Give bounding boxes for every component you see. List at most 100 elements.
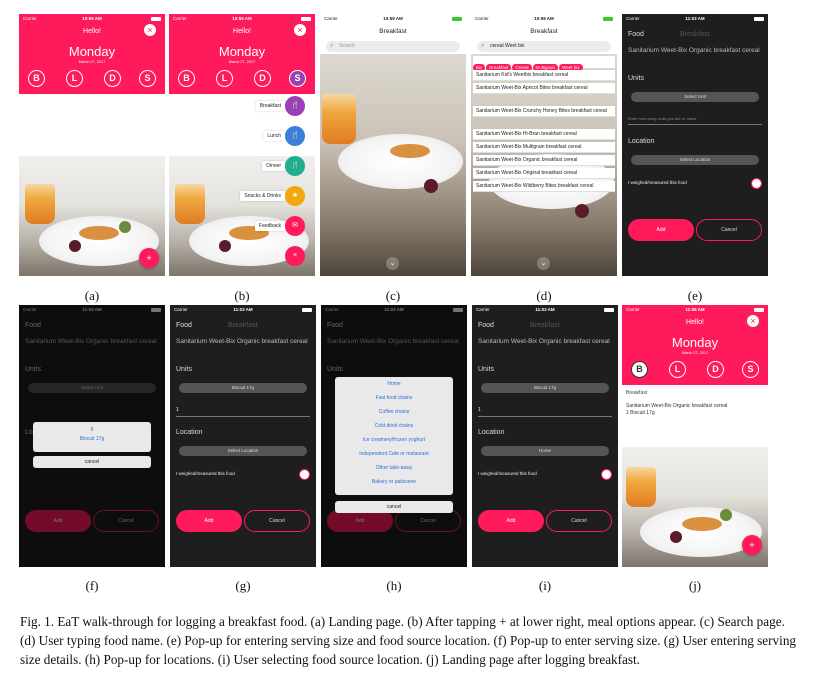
add-button[interactable]: Add [628, 219, 694, 241]
status-bar: Carrier 11:06 AM [622, 305, 768, 314]
location-option[interactable]: Other take-away [335, 459, 453, 473]
chevron-down-icon[interactable]: ⌄ [386, 257, 399, 270]
meal-breakfast-button[interactable]: B [178, 70, 195, 87]
caption-i: (i) [538, 578, 552, 593]
weighed-radio[interactable] [751, 178, 762, 189]
quantity-input[interactable]: 1 [478, 407, 612, 417]
location-option[interactable]: Independent Cafe or restaurant [335, 445, 453, 459]
caption-h: (h) [386, 578, 402, 593]
close-icon[interactable]: × [144, 24, 156, 36]
unit-option[interactable]: g [33, 422, 151, 434]
result-row[interactable]: Sanitarium Weet-Bix Hi-Bran breakfast ce… [473, 129, 615, 141]
meal-dinner-button[interactable]: D [254, 70, 271, 87]
cancel-button[interactable]: Cancel [696, 219, 762, 241]
breakfast-icon[interactable]: 🍴 [285, 96, 305, 116]
menu-feedback-label[interactable]: Feedback [255, 221, 285, 231]
meal-snacks-button[interactable]: S [742, 361, 759, 378]
status-bar: Carrier11:03 AM [472, 305, 618, 314]
result-row[interactable]: Sanitarium Weet-Bix Organic breakfast ce… [473, 155, 615, 167]
selected-unit-button[interactable]: Biscuit 17g [179, 383, 307, 393]
landing-header: Hello! Monday March 27, 2017 × B L D S [169, 14, 315, 94]
caption-b: (b) [234, 288, 250, 303]
quantity-input[interactable]: Enter how many units you ate or drank [628, 116, 762, 125]
location-option[interactable]: Fast food chains [335, 389, 453, 403]
meal-breakfast-button[interactable]: B [28, 70, 45, 87]
snacks-icon[interactable]: ★ [285, 186, 305, 206]
add-button[interactable]: Add [176, 510, 242, 532]
add-fab-button[interactable]: + [742, 535, 762, 555]
cancel-button[interactable]: Cancel [546, 510, 612, 532]
chevron-down-icon[interactable]: ⌄ [537, 257, 550, 270]
dinner-icon[interactable]: 🍴 [285, 156, 305, 176]
day-text: Monday [671, 335, 719, 350]
result-row[interactable]: Sanitarium Weet-Bix Multigrain breakfast… [473, 142, 615, 154]
meal-lunch-button[interactable]: L [669, 361, 686, 378]
menu-dinner-label[interactable]: Dinner [262, 161, 285, 171]
popup-cancel-button[interactable]: cancel [335, 501, 453, 513]
search-input[interactable]: ⌕ Search [326, 41, 460, 52]
food-name: Sanitarium Weet-Bix Organic breakfast ce… [478, 338, 610, 345]
food-label: Food [628, 31, 644, 38]
result-row[interactable]: Sanitarium Weet-Bix Apricot Bites breakf… [473, 83, 615, 95]
menu-breakfast-label[interactable]: Breakfast [255, 101, 285, 111]
breakfast-photo [320, 54, 466, 276]
close-menu-icon[interactable]: × [285, 246, 305, 266]
meal-buttons: B L D S [178, 70, 306, 90]
date-text: March 27, 2017 [681, 351, 709, 355]
weighed-radio[interactable] [601, 469, 612, 480]
result-row[interactable]: Sanitarium Weet-Bix Original breakfast c… [473, 168, 615, 180]
popup-cancel-button[interactable]: cancel [33, 456, 151, 468]
selected-location-button[interactable]: Home [481, 446, 609, 456]
location-option[interactable]: Bakery or patisserie [335, 473, 453, 487]
meal-dinner-button[interactable]: D [707, 361, 724, 378]
meal-buttons: B L D S [28, 70, 156, 90]
meal-snacks-button[interactable]: S [289, 70, 306, 87]
search-input[interactable]: ⌕ cereal Weet bix [477, 41, 611, 52]
caption-j: (j) [688, 578, 702, 593]
result-row[interactable]: Sanitarium Weet-Bix Wildberry Bites brea… [473, 181, 615, 193]
day-text: Monday [218, 44, 266, 59]
meal-buttons: B L D S [631, 361, 759, 381]
close-icon[interactable]: × [747, 315, 759, 327]
caption-e: (e) [687, 288, 703, 303]
meal-label: Breakfast [228, 322, 258, 329]
panel-c-search: Breakfast ⌕ Search Carrier 10:59 AM ⌄ [320, 14, 466, 276]
result-row[interactable]: Sanitarium Kid's Weetbix breakfast cerea… [473, 70, 615, 82]
location-option[interactable]: Home [335, 377, 453, 389]
meal-label: Breakfast [530, 322, 560, 329]
feedback-icon[interactable]: ✉ [285, 216, 305, 236]
lunch-icon[interactable]: 🍴 [285, 126, 305, 146]
food-name: Sanitarium Weet-Bix Organic breakfast ce… [176, 338, 308, 345]
add-button[interactable]: Add [478, 510, 544, 532]
meal-lunch-button[interactable]: L [216, 70, 233, 87]
close-icon[interactable]: × [294, 24, 306, 36]
units-label: Units [176, 366, 192, 373]
quantity-input[interactable]: 1 [176, 407, 310, 417]
location-option[interactable]: Coffee chains [335, 403, 453, 417]
status-bar: Carrier 10:55 AM [19, 14, 165, 23]
add-fab-button[interactable]: + [139, 248, 159, 268]
unit-option[interactable]: Biscuit 17g [33, 434, 151, 444]
search-icon: ⌕ [330, 43, 334, 49]
select-location-button[interactable]: Select Location [631, 155, 759, 165]
cancel-button[interactable]: Cancel [244, 510, 310, 532]
search-icon: ⌕ [481, 43, 485, 49]
meal-breakfast-button[interactable]: B [631, 361, 648, 378]
location-label: Location [176, 429, 203, 436]
meal-lunch-button[interactable]: L [66, 70, 83, 87]
meal-dinner-button[interactable]: D [104, 70, 121, 87]
select-unit-button[interactable]: Select Unit [631, 92, 759, 102]
panel-b-meal-menu: Hello! Monday March 27, 2017 × B L D S C… [169, 14, 315, 276]
panel-d-typing: Breakfast ⌕ cereal Weet bix Carrier 10:59 … [471, 14, 617, 276]
location-option[interactable]: Ice creamery/frozen yoghurt [335, 431, 453, 445]
location-option[interactable]: Cold drink chains [335, 417, 453, 431]
panel-j-logged: Hello! Monday March 27, 2017 × B L D S C… [622, 305, 768, 567]
menu-snacks-label[interactable]: Snacks & Drinks [240, 191, 285, 201]
meal-snacks-button[interactable]: S [139, 70, 156, 87]
selected-unit-button[interactable]: Biscuit 17g [481, 383, 609, 393]
menu-lunch-label[interactable]: Lunch [263, 131, 285, 141]
result-row[interactable]: Sanitarium Weet-Bix Crunchy Honey Bites … [473, 106, 615, 118]
panel-e-entry: Carrier 11:03 AM Food Breakfast Sanitariu… [622, 14, 768, 276]
select-location-button[interactable]: Select Location [179, 446, 307, 456]
weighed-radio[interactable] [299, 469, 310, 480]
